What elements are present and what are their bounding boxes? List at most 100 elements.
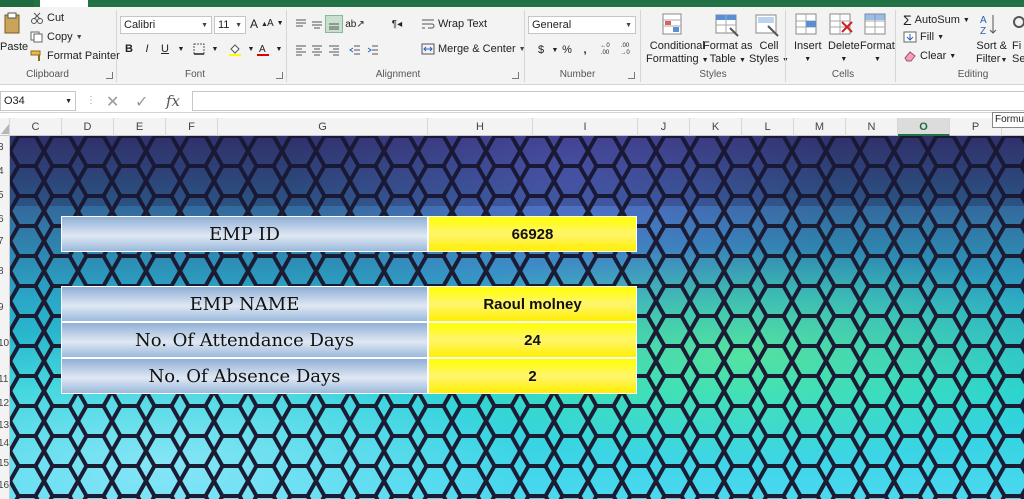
row-header[interactable]: 3 [0,142,4,153]
column-header-j[interactable]: J [638,118,690,136]
increase-decimal-button[interactable]: ←0 .00 [596,41,614,59]
absence-label[interactable]: No. Of Absence Days [61,358,428,394]
column-header-n[interactable]: N [846,118,898,136]
cell-styles-button[interactable]: Cell Styles ▼ [749,40,789,67]
format-button[interactable]: Format ▼ [860,40,895,66]
middle-align-button[interactable] [308,15,326,33]
row-header[interactable]: 5 [0,190,4,201]
copy-dropdown-icon[interactable]: ▼ [76,34,83,41]
font-name-select[interactable]: Calibri ▼ [120,16,212,34]
paste-button[interactable]: Paste [0,41,28,53]
insert-function-button[interactable]: fx [166,92,180,110]
clear-button[interactable]: Clear ▼ [903,50,956,62]
delete-label: Delete [828,40,860,52]
formula-input[interactable] [192,91,1024,111]
column-header-l[interactable]: L [742,118,794,136]
font-color-icon: A [257,44,269,56]
chevron-down-icon: ▼ [804,56,812,63]
shrink-font-button[interactable]: A ▼ [267,18,284,29]
column-header-f[interactable]: F [166,118,218,136]
tab-home[interactable] [40,0,88,7]
tab-file[interactable] [0,0,34,7]
row-header[interactable]: 8 [0,266,4,277]
autosum-button[interactable]: Σ AutoSum ▼ [903,12,970,28]
sort-filter-label: Sort & [976,40,1007,52]
row-header[interactable]: 10 [0,338,9,349]
formula-bar: O34 ▼ ⋮ ✕ ✓ fx [0,89,1024,113]
number-launcher-icon[interactable] [628,72,635,79]
absence-value[interactable]: 2 [428,358,637,394]
column-header-e[interactable]: E [114,118,166,136]
select-all-corner[interactable] [0,118,10,136]
conditional-formatting-button[interactable]: Conditional Formatting ▼ [646,40,709,67]
insert-button[interactable]: Insert ▼ [794,40,822,66]
emp-id-label[interactable]: EMP ID [61,216,428,252]
comma-button[interactable]: , [576,41,594,59]
row-header[interactable]: 15 [0,458,9,469]
sort-filter-button[interactable]: Sort & Filter▼ [976,40,1007,67]
format-as-table-button[interactable]: Format as Table ▼ [703,40,753,67]
cut-button[interactable]: Cut [30,12,64,24]
percent-button[interactable]: % [558,41,576,59]
column-header-h[interactable]: H [428,118,533,136]
group-label-font: Font [184,69,205,80]
row-header[interactable]: 14 [0,438,9,449]
increase-indent-icon [367,45,378,55]
increase-indent-button[interactable] [364,41,382,59]
fill-button[interactable]: Fill ▼ [903,31,944,43]
align-right-button[interactable] [325,41,343,59]
clipboard-launcher-icon[interactable] [106,72,113,79]
row-header[interactable]: 4 [0,166,4,177]
decrease-indent-button[interactable] [346,41,364,59]
attendance-label[interactable]: No. Of Attendance Days [61,322,428,358]
row-header[interactable]: 7 [0,236,4,247]
borders-dropdown-icon[interactable]: ▼ [206,40,224,58]
format-painter-button[interactable]: Format Painter [30,50,120,62]
column-header-c[interactable]: C [10,118,62,136]
cancel-icon[interactable]: ✕ [106,92,119,112]
formula-bar-options-icon[interactable]: ⋮ [86,95,96,106]
emp-name-label[interactable]: EMP NAME [61,286,428,322]
chevron-down-icon: ▼ [625,21,632,29]
row-header[interactable]: 16 [0,480,9,491]
paste-icon[interactable] [2,11,22,39]
cell-styles-icon [752,12,780,38]
delete-button[interactable]: Delete ▼ [828,40,860,66]
font-size-select[interactable]: 11 ▼ [214,16,246,34]
column-header-k[interactable]: K [690,118,742,136]
number-format-select[interactable]: General ▼ [528,16,636,34]
row-header[interactable]: 13 [0,420,9,431]
attendance-value[interactable]: 24 [428,322,637,358]
font-launcher-icon[interactable] [276,72,283,79]
orientation-button[interactable]: ab↗ [345,15,365,33]
merge-center-label: Merge & Center [438,43,516,55]
chevron-down-icon[interactable]: ▼ [65,98,72,105]
bold-button[interactable]: B [120,40,138,58]
row-header[interactable]: 9 [0,302,4,313]
column-header-g[interactable]: G [218,118,428,136]
row-headers: 3 4 5 6 7 8 9 10 11 12 13 14 15 16 [0,136,10,499]
italic-button[interactable]: I [138,40,156,58]
emp-id-value[interactable]: 66928 [428,216,637,252]
wrap-direction-icon[interactable]: ¶◂ [388,15,406,33]
bottom-align-button[interactable] [325,15,343,33]
merge-center-button[interactable]: Merge & Center ▼ [421,43,526,55]
find-select-button[interactable]: Fi Sel [1012,40,1024,66]
column-header-o[interactable]: O [898,118,950,136]
row-header[interactable]: 6 [0,214,4,225]
enter-icon[interactable]: ✓ [135,92,148,112]
underline-dropdown-icon[interactable]: ▼ [172,40,190,58]
column-header-i[interactable]: I [533,118,638,136]
grow-font-button[interactable]: A ▲ [250,17,268,31]
wrap-text-button[interactable]: Wrap Text [421,18,487,30]
copy-button[interactable]: Copy ▼ [30,31,83,43]
emp-name-value[interactable]: Raoul molney [428,286,637,322]
column-header-d[interactable]: D [62,118,114,136]
decrease-decimal-button[interactable]: .00 →0 [616,41,634,59]
alignment-launcher-icon[interactable] [512,72,519,79]
column-header-m[interactable]: M [794,118,846,136]
row-header[interactable]: 12 [0,398,9,409]
name-box[interactable]: O34 ▼ [0,91,76,111]
row-header[interactable]: 11 [0,374,8,385]
align-center-button[interactable] [308,41,326,59]
